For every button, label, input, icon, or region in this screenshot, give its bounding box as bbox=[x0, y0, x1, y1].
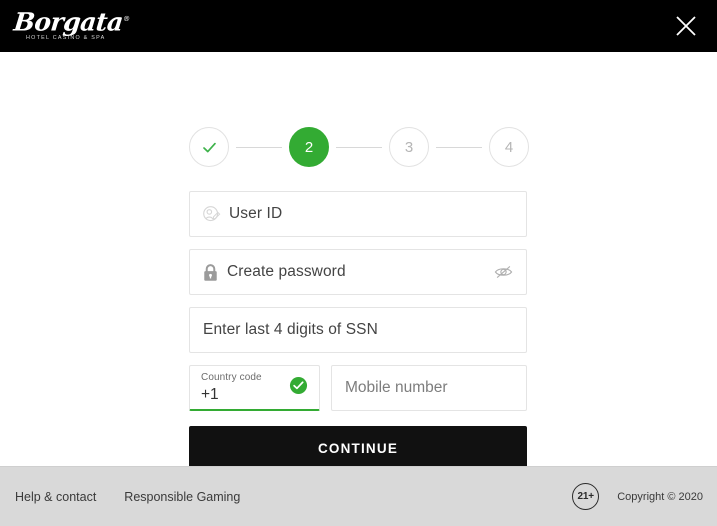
footer-link-help-contact[interactable]: Help & contact bbox=[15, 490, 96, 504]
borgata-logo[interactable]: Borgata® HOTEL CASINO & SPA bbox=[12, 6, 131, 46]
country-code-valid-badge bbox=[289, 376, 308, 400]
ssn-field[interactable]: Enter last 4 digits of SSN bbox=[189, 307, 527, 353]
stepper-step-2[interactable]: 2 bbox=[289, 127, 329, 167]
phone-row: Country code +1 Mobile number bbox=[189, 365, 527, 411]
age-restriction-icon: 21+ bbox=[572, 483, 600, 510]
copyright-text: Copyright © 2020 bbox=[617, 490, 703, 503]
footer-links: Help & contact Responsible Gaming bbox=[15, 490, 240, 504]
close-icon bbox=[676, 16, 696, 36]
modal-body: 2 3 4 User ID Create password Enter last… bbox=[0, 52, 717, 470]
country-code-field[interactable]: Country code +1 bbox=[189, 365, 320, 411]
registration-form: User ID Create password Enter last 4 dig… bbox=[189, 191, 527, 470]
footer-right: 21+ Copyright © 2020 bbox=[572, 483, 703, 510]
close-button[interactable] bbox=[669, 9, 703, 43]
stepper-step-1[interactable] bbox=[189, 127, 229, 167]
password-field[interactable]: Create password bbox=[189, 249, 527, 295]
eye-slash-icon bbox=[494, 266, 513, 278]
check-icon bbox=[202, 142, 216, 152]
registration-modal: Borgata® HOTEL CASINO & SPA 2 3 4 User I… bbox=[0, 0, 717, 526]
user-id-field[interactable]: User ID bbox=[189, 191, 527, 237]
modal-footer: Help & contact Responsible Gaming 21+ Co… bbox=[0, 466, 717, 526]
lock-icon bbox=[202, 263, 219, 282]
mobile-number-field[interactable]: Mobile number bbox=[331, 365, 527, 411]
stepper-step-4[interactable]: 4 bbox=[489, 127, 529, 167]
progress-stepper: 2 3 4 bbox=[189, 127, 529, 167]
stepper-step-3[interactable]: 3 bbox=[389, 127, 429, 167]
stepper-connector-2 bbox=[336, 146, 382, 148]
continue-button[interactable]: CONTINUE bbox=[189, 426, 527, 470]
country-code-label: Country code bbox=[201, 372, 262, 383]
country-code-value: +1 bbox=[201, 386, 219, 403]
check-circle-icon bbox=[289, 376, 308, 394]
logo-wordmark: Borgata® bbox=[12, 7, 131, 37]
user-id-icon bbox=[202, 205, 221, 224]
stepper-connector-3 bbox=[436, 146, 482, 148]
registered-mark: ® bbox=[122, 15, 131, 23]
password-visibility-toggle[interactable] bbox=[493, 264, 514, 281]
mobile-number-placeholder: Mobile number bbox=[345, 379, 448, 396]
stepper-connector-1 bbox=[236, 146, 282, 148]
modal-header: Borgata® HOTEL CASINO & SPA bbox=[0, 0, 717, 52]
footer-link-responsible-gaming[interactable]: Responsible Gaming bbox=[124, 490, 240, 504]
ssn-placeholder: Enter last 4 digits of SSN bbox=[203, 321, 378, 338]
user-id-placeholder: User ID bbox=[229, 205, 283, 222]
password-placeholder: Create password bbox=[227, 263, 346, 280]
